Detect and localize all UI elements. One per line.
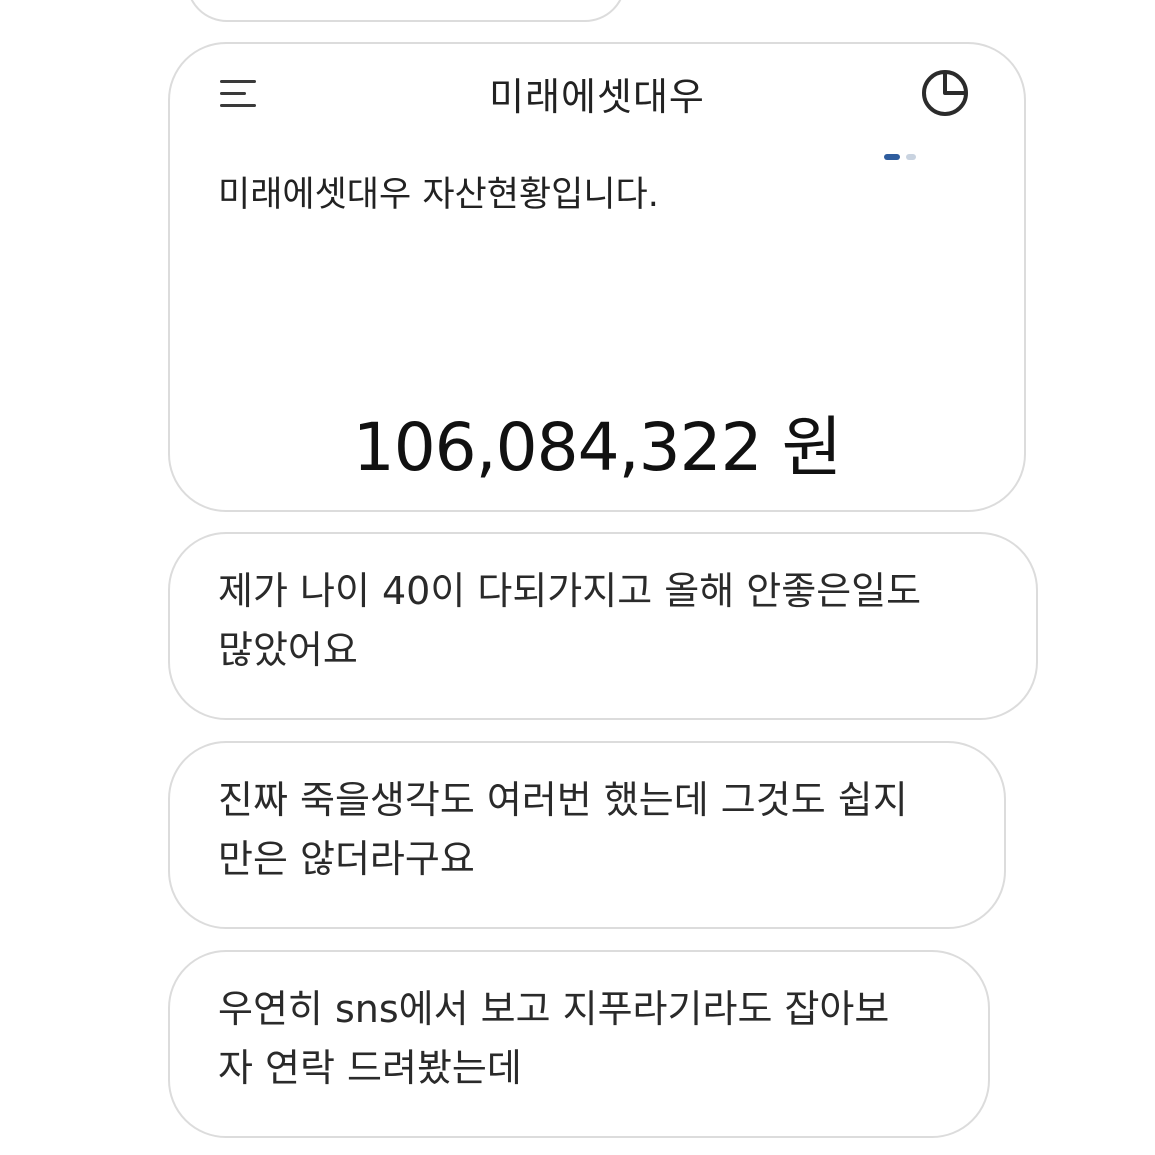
message-text: 제가 나이 40이 다되가지고 올해 안좋은일도 [218,569,922,613]
message-text: 많았어요 [218,628,358,672]
page-indicator [884,154,934,162]
asset-amount: 106,084,322 원 [352,409,843,486]
previous-message-bubble [186,0,626,22]
card-subtitle: 미래에셋대우 자산현황입니다. [218,175,659,215]
page-indicator-dot [906,154,916,160]
pie-chart-icon[interactable] [920,68,970,118]
asset-status-card: 미래에셋대우 미래에셋대우 자산현황입니다. 106,084,322 원 [168,42,1026,512]
message-text: 우연히 sns에서 보고 지푸라기라도 잡아보 [218,987,890,1031]
chat-message: 제가 나이 40이 다되가지고 올해 안좋은일도 많았어요 [168,532,1038,720]
message-text: 진짜 죽을생각도 여러번 했는데 그것도 쉽지 [218,778,908,822]
message-text: 자 연락 드려봤는데 [218,1046,522,1090]
chat-message: 우연히 sns에서 보고 지푸라기라도 잡아보 자 연락 드려봤는데 [168,950,990,1138]
card-title: 미래에셋대우 [489,75,705,119]
page-indicator-active-dot [884,154,900,160]
message-text: 만은 않더라구요 [218,837,475,881]
chat-message: 진짜 죽을생각도 여러번 했는데 그것도 쉽지 만은 않더라구요 [168,741,1006,929]
